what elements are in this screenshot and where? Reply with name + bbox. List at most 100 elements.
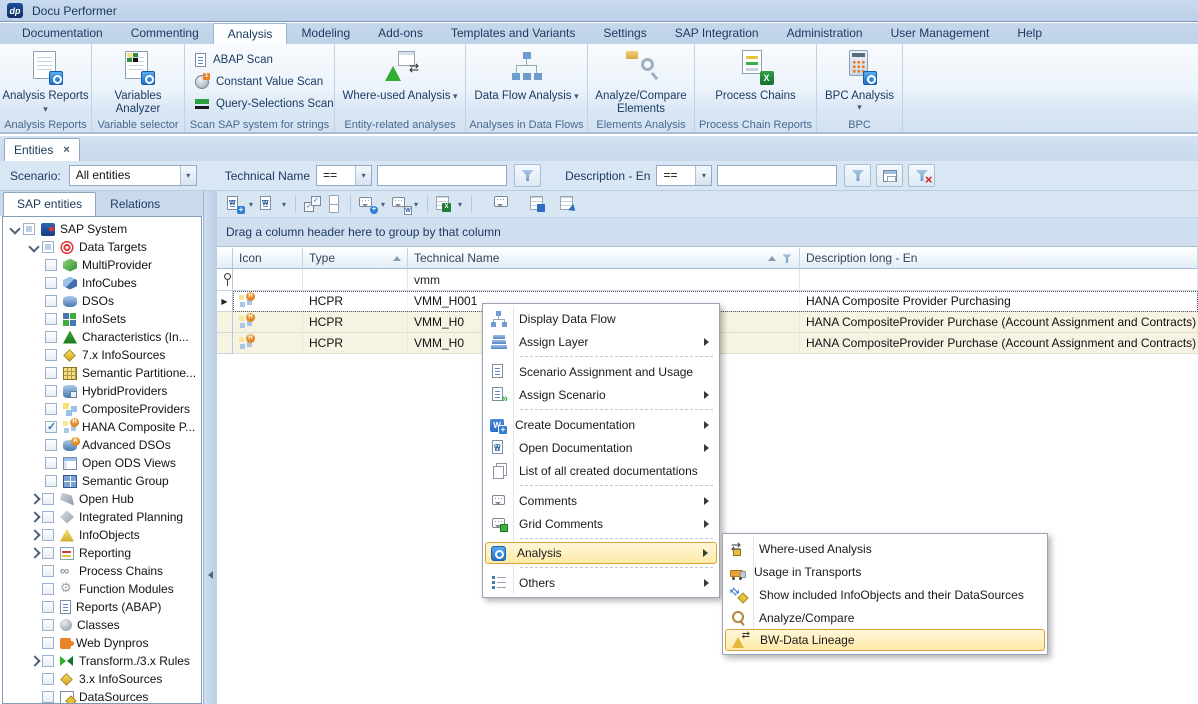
description-filter-button[interactable] <box>844 164 871 187</box>
checkbox[interactable] <box>42 241 54 253</box>
description-operator-combo[interactable]: == <box>656 165 712 186</box>
tree-item-sap-system[interactable]: SAP System <box>3 220 201 238</box>
checkbox[interactable] <box>45 421 57 433</box>
ribbon-tab-commenting[interactable]: Commenting <box>117 23 213 44</box>
tree-item-multiprovider[interactable]: MultiProvider <box>3 256 201 274</box>
checkbox[interactable] <box>45 295 57 307</box>
checkbox[interactable] <box>45 277 57 289</box>
checkbox[interactable] <box>42 673 54 685</box>
checkbox[interactable] <box>42 529 54 541</box>
technical-name-filter-button[interactable] <box>514 164 541 187</box>
technical-name-filter-input[interactable] <box>377 165 507 186</box>
ribbon-tab-analysis[interactable]: Analysis <box>213 23 288 44</box>
save-grid-layout-button[interactable] <box>527 194 549 215</box>
chevron-down-icon[interactable] <box>180 166 196 185</box>
menu-item-comments[interactable]: Comments <box>485 489 717 512</box>
submenu-item-where-used-analysis[interactable]: Where-used Analysis <box>725 537 1045 560</box>
checkbox[interactable] <box>45 385 57 397</box>
submenu-item-usage-in-transports[interactable]: Usage in Transports <box>725 560 1045 583</box>
submenu-item-bw-data-lineage[interactable]: BW-Data Lineage <box>725 629 1045 651</box>
tree-item-open-ods-views[interactable]: Open ODS Views <box>3 454 201 472</box>
ribbon-tab-help[interactable]: Help <box>1003 23 1056 44</box>
tree-item-reporting[interactable]: Reporting <box>3 544 201 562</box>
tree-item-hybridproviders[interactable]: HybridProviders <box>3 382 201 400</box>
group-by-panel[interactable]: Drag a column header here to group by th… <box>217 218 1198 247</box>
technical-name-operator-combo[interactable]: == <box>316 165 372 186</box>
column-header-type[interactable]: Type <box>303 248 408 269</box>
menu-item-scenario-assignment-and-usage[interactable]: Scenario Assignment and Usage <box>485 360 717 383</box>
submenu-item-show-included-infoobjects[interactable]: Show included InfoObjects and their Data… <box>725 583 1045 606</box>
comment-documentation-dropdown[interactable] <box>411 194 422 215</box>
menu-item-assign-layer[interactable]: Assign Layer <box>485 330 717 353</box>
tab-sap-entities[interactable]: SAP entities <box>3 192 96 216</box>
expand-icon[interactable] <box>26 653 42 669</box>
tree-item-characteristics[interactable]: Characteristics (In... <box>3 328 201 346</box>
menu-item-others[interactable]: Others <box>485 571 717 594</box>
checkbox[interactable] <box>45 439 57 451</box>
open-documentation-button[interactable] <box>257 194 279 215</box>
tree-item-infocubes[interactable]: InfoCubes <box>3 274 201 292</box>
menu-item-grid-comments[interactable]: Grid Comments <box>485 512 717 535</box>
checkbox[interactable] <box>42 493 54 505</box>
collapse-icon[interactable] <box>26 239 42 255</box>
filter-cell-description[interactable] <box>800 269 1198 291</box>
tree-item-integrated-planning[interactable]: Integrated Planning <box>3 508 201 526</box>
tree-item-web-dynpros[interactable]: Web Dynpros <box>3 634 201 652</box>
checkbox[interactable] <box>42 547 54 559</box>
collapse-icon[interactable] <box>7 221 23 237</box>
tab-entities[interactable]: Entities × <box>4 138 80 161</box>
checkbox[interactable] <box>45 313 57 325</box>
add-comment-dropdown[interactable] <box>378 194 389 215</box>
menu-item-create-documentation[interactable]: Create Documentation <box>485 413 717 436</box>
checkbox[interactable] <box>42 655 54 667</box>
tree-item-classes[interactable]: Classes <box>3 616 201 634</box>
ribbon-tab-settings[interactable]: Settings <box>589 23 660 44</box>
tree-item-7x-infosources[interactable]: 7.x InfoSources <box>3 346 201 364</box>
collapse-panel-icon[interactable] <box>208 571 213 579</box>
checkbox[interactable] <box>42 565 54 577</box>
tree-item-semantic-partitioned[interactable]: Semantic Partitione... <box>3 364 201 382</box>
abap-scan-button[interactable]: ABAP Scan <box>195 50 334 69</box>
clear-filter-button[interactable] <box>908 164 935 187</box>
checkbox[interactable] <box>42 619 54 631</box>
column-filter-icon[interactable] <box>782 254 792 263</box>
checkbox[interactable] <box>45 457 57 469</box>
grid-views-button[interactable] <box>557 194 579 215</box>
tree-item-data-targets[interactable]: Data Targets <box>3 238 201 256</box>
filter-cell-icon[interactable] <box>233 269 303 291</box>
panel-splitter[interactable] <box>203 191 217 704</box>
menu-item-display-data-flow[interactable]: Display Data Flow <box>485 307 717 330</box>
tree-item-datasources[interactable]: DataSources <box>3 688 201 704</box>
expand-icon[interactable] <box>26 545 42 561</box>
export-excel-button[interactable]: X <box>433 194 455 215</box>
checkbox[interactable] <box>42 637 54 649</box>
tree-item-transformations[interactable]: Transform./3.x Rules <box>3 652 201 670</box>
ribbon-tab-templates-and-variants[interactable]: Templates and Variants <box>437 23 590 44</box>
filter-editor-button[interactable] <box>876 164 903 187</box>
tree-item-open-hub[interactable]: Open Hub <box>3 490 201 508</box>
chevron-down-icon[interactable] <box>355 166 371 185</box>
checkbox[interactable] <box>45 349 57 361</box>
scenario-combo[interactable]: All entities <box>69 165 197 186</box>
open-documentation-dropdown[interactable] <box>279 194 290 215</box>
tree-item-infosets[interactable]: InfoSets <box>3 310 201 328</box>
tree-item-function-modules[interactable]: Function Modules <box>3 580 201 598</box>
comment-documentation-button[interactable]: W <box>389 194 411 215</box>
ribbon-tab-modeling[interactable]: Modeling <box>287 23 364 44</box>
ribbon-tab-documentation[interactable]: Documentation <box>8 23 117 44</box>
checkbox[interactable] <box>23 223 35 235</box>
menu-item-open-documentation[interactable]: Open Documentation <box>485 436 717 459</box>
menu-item-analysis[interactable]: Analysis <box>485 542 717 564</box>
tree-item-compositeproviders[interactable]: CompositeProviders <box>3 400 201 418</box>
ribbon-tab-add-ons[interactable]: Add-ons <box>364 23 437 44</box>
tree-item-process-chains[interactable]: Process Chains <box>3 562 201 580</box>
column-header-technical-name[interactable]: Technical Name <box>408 248 800 269</box>
constant-value-scan-button[interactable]: Constant Value Scan <box>195 72 334 91</box>
checkbox[interactable] <box>42 511 54 523</box>
export-excel-dropdown[interactable] <box>455 194 466 215</box>
tree-item-advanced-dsos[interactable]: Advanced DSOs <box>3 436 201 454</box>
expand-icon[interactable] <box>26 491 42 507</box>
filter-cell-technical-name[interactable]: vmm <box>408 269 800 291</box>
menu-item-assign-scenario[interactable]: Assign Scenario <box>485 383 717 406</box>
tab-relations[interactable]: Relations <box>96 192 174 216</box>
